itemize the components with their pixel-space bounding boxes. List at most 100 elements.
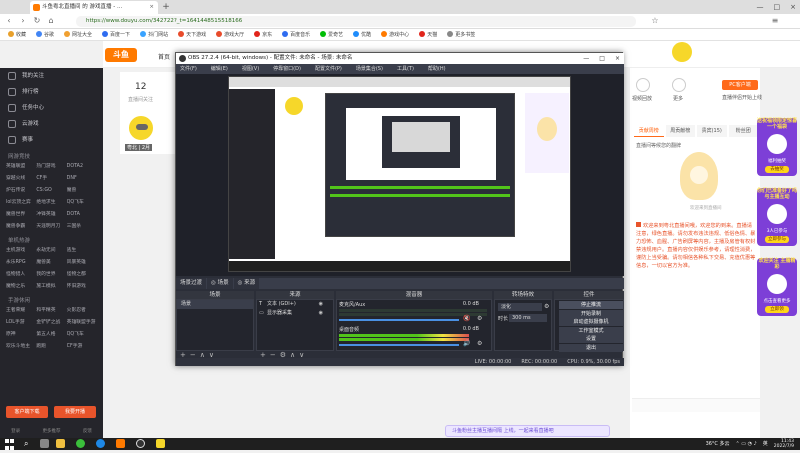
new-tab-button[interactable]: +: [160, 1, 172, 13]
sidebar-footer-link[interactable]: 反馈: [83, 428, 92, 434]
category-link[interactable]: 主机游戏: [6, 246, 36, 256]
category-link[interactable]: 施工模拟: [36, 282, 66, 292]
category-link[interactable]: CF手游: [67, 342, 97, 352]
control-button[interactable]: 启动虚拟摄像机: [559, 318, 623, 326]
category-link[interactable]: 天涯明月刀: [36, 222, 66, 232]
douyu-logo[interactable]: 斗鱼: [105, 48, 137, 62]
category-link[interactable]: 三国杀: [67, 222, 97, 232]
gear-icon[interactable]: ⚙: [477, 340, 482, 347]
obs-menu-item[interactable]: 帮助(H): [428, 64, 446, 74]
category-link[interactable]: 原神: [6, 330, 36, 340]
sidebar-item[interactable]: 排行榜: [0, 84, 103, 100]
forward-arrow-icon[interactable]: ›: [18, 16, 28, 26]
category-link[interactable]: 怪物猎人: [6, 270, 36, 280]
more-icon[interactable]: [672, 78, 686, 92]
transition-select[interactable]: 淡化: [498, 303, 542, 311]
promo-card[interactable]: 你们已准备好了吗 与主播互动 3人已参与 立即参与: [757, 188, 797, 246]
mic-volume-slider[interactable]: [339, 319, 459, 321]
bookmark-item[interactable]: 谷歌: [36, 29, 54, 40]
bookmark-item[interactable]: 收藏: [8, 29, 26, 40]
bookmark-item[interactable]: 游戏大厅: [216, 29, 244, 40]
sidebar-item[interactable]: 赛事: [0, 132, 103, 148]
scenes-list[interactable]: 场景: [176, 299, 254, 351]
eye-icon[interactable]: ◉: [319, 309, 323, 318]
rank-tab[interactable]: 周贡献榜: [665, 125, 695, 137]
promo-card-button[interactable]: 立即领: [765, 306, 789, 313]
rank-tab[interactable]: 贡献周榜: [634, 125, 664, 137]
category-link[interactable]: QQ飞车: [67, 198, 97, 208]
bookmark-item[interactable]: 百度音乐: [282, 29, 310, 40]
category-link[interactable]: 魔兽: [67, 186, 97, 196]
category-link[interactable]: 魔兽世界: [6, 210, 36, 220]
url-input[interactable]: https://www.douyu.com/342722?_t=16414485…: [76, 16, 636, 27]
obs-menu-item[interactable]: 文件(F): [180, 64, 197, 74]
category-link[interactable]: 欢乐斗地主: [6, 342, 36, 352]
desktop-volume-slider[interactable]: [339, 344, 459, 346]
category-link[interactable]: 热门游戏: [36, 162, 66, 172]
obs-menu-item[interactable]: 编辑(E): [211, 64, 228, 74]
category-link[interactable]: 魔兽美: [36, 258, 66, 268]
dock-tab[interactable]: 场景过渡: [176, 278, 207, 289]
obs-taskbar-icon[interactable]: [136, 439, 145, 448]
mascot-app-icon[interactable]: [156, 439, 165, 448]
chat-input-area[interactable]: [632, 398, 760, 412]
scene-item[interactable]: 场景: [177, 300, 253, 309]
control-button[interactable]: 开始录制: [559, 309, 623, 318]
mic-muted-icon[interactable]: 🔇: [463, 315, 470, 322]
rank-tab[interactable]: 贵宾(15): [697, 125, 727, 137]
bookmark-item[interactable]: 更多书签: [447, 29, 475, 40]
category-link[interactable]: 火影忍者: [67, 306, 97, 316]
speaker-icon[interactable]: 🔊: [463, 340, 470, 347]
category-link[interactable]: 第五人格: [36, 330, 66, 340]
sidebar-footer-link[interactable]: 登录: [11, 428, 20, 434]
obs-menu-item[interactable]: 场景集合(S): [356, 64, 383, 74]
browser-icon[interactable]: [96, 439, 105, 448]
obs-menu-item[interactable]: 停靠窗口(D): [273, 64, 301, 74]
sidebar-item[interactable]: 云游戏: [0, 116, 103, 132]
bookmark-item[interactable]: 天下游戏: [178, 29, 206, 40]
control-button[interactable]: 设置: [559, 335, 623, 343]
obs-menu-item[interactable]: 配置文件(P): [315, 64, 342, 74]
control-button[interactable]: 退出: [559, 343, 623, 352]
category-link[interactable]: 跑跑: [36, 342, 66, 352]
star-icon[interactable]: ☆: [650, 16, 660, 26]
category-link[interactable]: CS:GO: [36, 186, 66, 196]
browser-tab-douyu[interactable]: 斗鱼粤北直播间 的 游戏直播 - ... ×: [30, 1, 158, 14]
promo-card[interactable]: 送祝福领限定惊喜 一个福袋 福利抽奖 去抽奖: [757, 118, 797, 176]
pc-client-button[interactable]: PC客户端: [722, 80, 758, 90]
douyu-app-icon[interactable]: [116, 439, 125, 448]
category-link[interactable]: DNF: [67, 174, 97, 184]
back-arrow-icon[interactable]: ‹: [4, 16, 14, 26]
bookmark-item[interactable]: 百度一下: [102, 29, 130, 40]
app-icon[interactable]: [76, 439, 85, 448]
go-live-button[interactable]: 我要开播: [54, 406, 96, 418]
file-explorer-icon[interactable]: [56, 439, 65, 448]
sources-list[interactable]: T 文本 (GDI+) ◉ ▭ 显示器采集 ◉: [256, 299, 334, 351]
obs-preview[interactable]: [176, 74, 624, 276]
bookmark-item[interactable]: 网址大全: [64, 29, 92, 40]
tray-icons[interactable]: ⌃ ▭ ◔ ♪: [736, 438, 757, 450]
obs-maximize-icon[interactable]: □: [599, 53, 605, 64]
follow-count-card[interactable]: 12 直播间关注: [120, 72, 180, 112]
duration-input[interactable]: 300 ms: [509, 314, 547, 322]
category-link[interactable]: 英雄联盟: [6, 162, 36, 172]
category-link[interactable]: 永劫无间: [36, 246, 66, 256]
bottom-notice-bar[interactable]: 斗鱼粉丝主播互播间隔 上线，一起来看直播吧: [445, 425, 610, 437]
bookmark-item[interactable]: 京东: [254, 29, 272, 40]
category-link[interactable]: 炉石传说: [6, 186, 36, 196]
windows-start-icon[interactable]: [5, 439, 15, 450]
bookmark-item[interactable]: 天猫: [419, 29, 437, 40]
menu-icon[interactable]: ≡: [770, 16, 780, 26]
promo-card[interactable]: 欢迎关注 主播精彩 点击查看更多 立即领: [757, 258, 797, 316]
sidebar-footer-link[interactable]: 更多推荐: [42, 428, 60, 434]
obs-menu-item[interactable]: 视图(V): [242, 64, 259, 74]
bookmark-item[interactable]: 抖门网站: [140, 29, 168, 40]
category-link[interactable]: 风暴英雄: [67, 258, 97, 268]
gear-icon[interactable]: ⚙: [477, 315, 482, 322]
category-link[interactable]: 绝地求生: [36, 198, 66, 208]
category-link[interactable]: 魔物之乐: [6, 282, 36, 292]
search-icon[interactable]: ⌕: [24, 438, 28, 450]
category-link[interactable]: 和平精英: [36, 306, 66, 316]
promo-card-button[interactable]: 去抽奖: [765, 166, 789, 173]
bookmark-item[interactable]: 游戏中心: [381, 29, 409, 40]
